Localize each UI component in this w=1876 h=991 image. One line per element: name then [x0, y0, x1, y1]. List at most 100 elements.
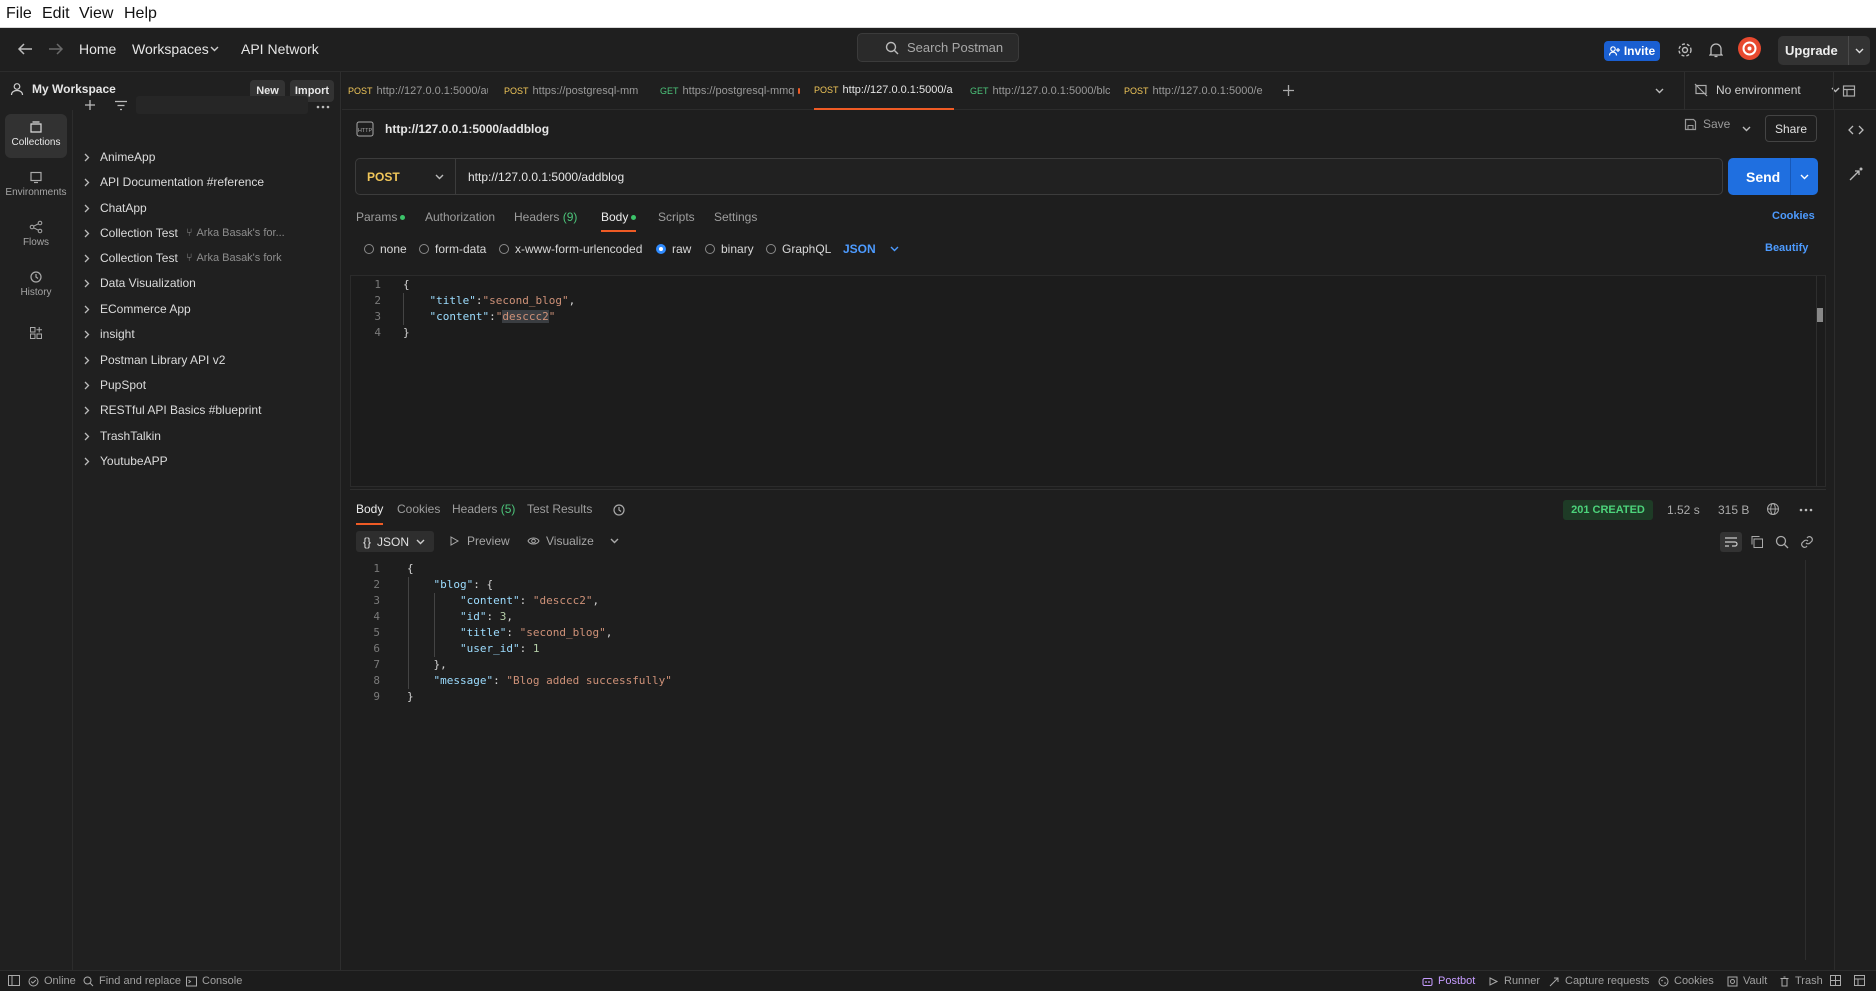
- chevron-down-icon[interactable]: [1655, 88, 1664, 94]
- api-network-link[interactable]: API Network: [241, 41, 319, 57]
- menu-help[interactable]: Help: [124, 5, 157, 23]
- runner-button[interactable]: Runner: [1488, 975, 1540, 987]
- response-tab-headers[interactable]: Headers (5): [452, 502, 515, 516]
- radio-urlencoded[interactable]: x-www-form-urlencoded: [499, 242, 642, 256]
- tab-settings[interactable]: Settings: [714, 210, 757, 224]
- menu-view[interactable]: View: [79, 5, 113, 23]
- search-icon[interactable]: [1775, 535, 1789, 549]
- back-arrow-icon[interactable]: [17, 42, 33, 56]
- upgrade-button[interactable]: Upgrade: [1778, 36, 1870, 65]
- collection-search-input[interactable]: [136, 96, 308, 114]
- more-options-icon[interactable]: [316, 105, 330, 109]
- rail-environments[interactable]: Environments: [5, 164, 67, 208]
- preview-button[interactable]: Preview: [450, 534, 510, 548]
- collection-item[interactable]: insight: [84, 322, 135, 346]
- collection-item[interactable]: TrashTalkin: [84, 424, 161, 448]
- find-replace-button[interactable]: Find and replace: [83, 975, 181, 987]
- environment-selector[interactable]: No environment: [1694, 83, 1840, 97]
- bell-icon[interactable]: [1709, 42, 1723, 58]
- radio-none[interactable]: none: [364, 242, 407, 256]
- request-tab[interactable]: GET https://postgresql-mmq: [660, 72, 800, 110]
- collection-item[interactable]: Data Visualization: [84, 271, 196, 295]
- collection-item[interactable]: AnimeApp: [84, 145, 155, 169]
- gear-icon[interactable]: [1677, 42, 1693, 58]
- send-button[interactable]: Send: [1728, 158, 1818, 195]
- new-tab-icon[interactable]: [1282, 84, 1295, 97]
- rail-history[interactable]: History: [5, 264, 67, 308]
- request-tab[interactable]: POST https://postgresql-mm: [504, 72, 642, 110]
- collection-item[interactable]: API Documentation #reference: [84, 170, 264, 194]
- search-box[interactable]: Search Postman: [857, 33, 1019, 62]
- link-icon[interactable]: [1800, 535, 1814, 549]
- layout-grid-icon[interactable]: [1830, 975, 1841, 986]
- cookies-link[interactable]: Cookies: [1772, 210, 1815, 222]
- response-tab-cookies[interactable]: Cookies: [397, 502, 440, 516]
- request-title[interactable]: http://127.0.0.1:5000/addblog: [385, 122, 549, 136]
- tab-params[interactable]: Params: [356, 210, 406, 224]
- request-body-editor[interactable]: 1 2 3 4 { "title":"second_blog", "conten…: [350, 275, 1826, 487]
- request-tab[interactable]: POST http://127.0.0.1:5000/e: [1124, 72, 1264, 110]
- tab-authorization[interactable]: Authorization: [425, 210, 495, 224]
- radio-graphql[interactable]: GraphQL: [766, 242, 831, 256]
- environment-quicklook-icon[interactable]: [1842, 84, 1856, 98]
- body-format-selector[interactable]: JSON: [843, 242, 899, 256]
- response-format-selector[interactable]: {} JSON: [356, 531, 434, 552]
- url-input[interactable]: http://127.0.0.1:5000/addblog: [468, 170, 624, 184]
- response-tab-test-results[interactable]: Test Results: [527, 502, 592, 516]
- tab-scripts[interactable]: Scripts: [658, 210, 695, 224]
- collection-item[interactable]: ECommerce App: [84, 297, 191, 321]
- history-icon[interactable]: [612, 503, 626, 517]
- tab-headers[interactable]: Headers (9): [514, 210, 577, 224]
- visualize-button[interactable]: Visualize: [527, 534, 619, 548]
- home-link[interactable]: Home: [79, 41, 116, 57]
- collection-item[interactable]: PupSpot: [84, 373, 146, 397]
- beautify-link[interactable]: Beautify: [1765, 242, 1808, 254]
- globe-icon[interactable]: [1766, 502, 1780, 516]
- response-size[interactable]: 315 B: [1718, 503, 1749, 517]
- console-button[interactable]: Console: [186, 975, 242, 987]
- menu-file[interactable]: File: [6, 5, 32, 23]
- capture-requests-button[interactable]: Capture requests: [1549, 975, 1649, 987]
- collection-item[interactable]: Collection Test ⑂ Arka Basak's for...: [84, 221, 285, 245]
- status-badge[interactable]: 201 CREATED: [1563, 500, 1653, 520]
- cookies-button[interactable]: Cookies: [1658, 975, 1714, 987]
- workspace-title[interactable]: My Workspace: [10, 82, 116, 96]
- request-tab-active[interactable]: POST http://127.0.0.1:5000/a: [814, 72, 954, 110]
- menu-edit[interactable]: Edit: [42, 5, 70, 23]
- copy-icon[interactable]: [1750, 535, 1764, 549]
- method-selector[interactable]: POST: [356, 159, 456, 194]
- trash-button[interactable]: Trash: [1779, 975, 1823, 987]
- response-tab-body[interactable]: Body: [356, 502, 384, 525]
- response-divider[interactable]: [350, 489, 1826, 490]
- response-time[interactable]: 1.52 s: [1667, 503, 1700, 517]
- share-button[interactable]: Share: [1765, 115, 1817, 142]
- invite-button[interactable]: Invite: [1604, 41, 1660, 61]
- request-tab[interactable]: GET http://127.0.0.1:5000/blc: [970, 72, 1110, 110]
- filter-icon[interactable]: [114, 100, 128, 111]
- rail-configure[interactable]: [5, 320, 67, 350]
- postbot-button[interactable]: Postbot: [1422, 975, 1475, 987]
- help-icon[interactable]: [1854, 975, 1865, 986]
- collection-item[interactable]: Postman Library API v2: [84, 348, 225, 372]
- forward-arrow-icon[interactable]: [48, 42, 64, 56]
- rail-flows[interactable]: Flows: [5, 214, 67, 258]
- online-status[interactable]: Online: [28, 975, 76, 987]
- code-icon[interactable]: [1848, 124, 1864, 136]
- scrollbar-track[interactable]: [1805, 560, 1806, 960]
- save-button[interactable]: Save: [1684, 117, 1730, 131]
- radio-form-data[interactable]: form-data: [419, 242, 486, 256]
- avatar[interactable]: [1738, 37, 1761, 60]
- rail-collections[interactable]: Collections: [5, 114, 67, 158]
- collection-item[interactable]: ChatApp: [84, 196, 147, 220]
- workspaces-menu[interactable]: Workspaces: [132, 41, 209, 57]
- request-tab[interactable]: POST http://127.0.0.1:5000/au: [348, 72, 488, 110]
- radio-binary[interactable]: binary: [705, 242, 754, 256]
- send-options-button[interactable]: [1790, 158, 1818, 195]
- related-icon[interactable]: [1848, 166, 1864, 182]
- radio-raw[interactable]: raw: [656, 242, 691, 256]
- collection-item[interactable]: YoutubeAPP: [84, 449, 168, 473]
- chevron-down-icon[interactable]: [1855, 48, 1864, 54]
- collection-item[interactable]: RESTful API Basics #blueprint: [84, 398, 261, 422]
- collection-item[interactable]: Collection Test ⑂ Arka Basak's fork: [84, 246, 282, 270]
- tab-body[interactable]: Body: [601, 210, 637, 232]
